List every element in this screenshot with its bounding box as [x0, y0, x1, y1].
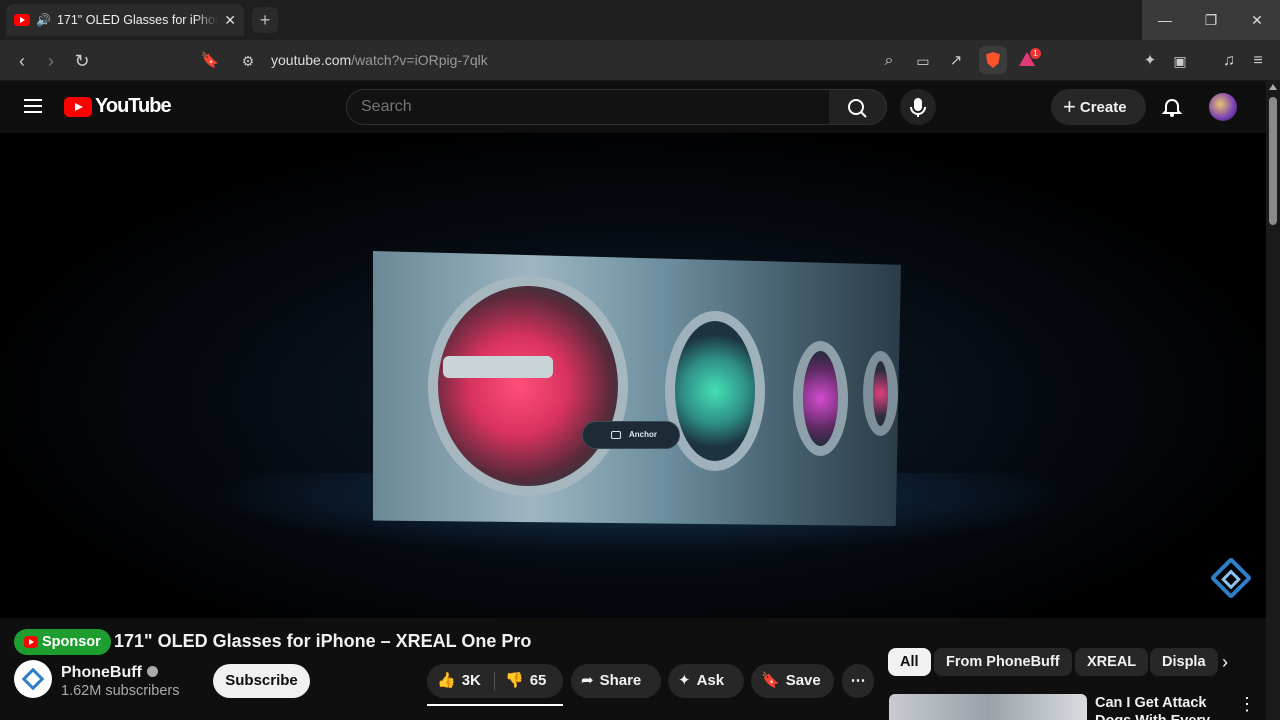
bookmark-save-icon: 🔖 — [761, 672, 780, 689]
washer-drum — [428, 276, 628, 496]
tab-title: 171" OLED Glasses for iPhone — [56, 13, 219, 27]
microphone-icon — [910, 98, 926, 117]
washer-drum — [793, 341, 848, 456]
sparkle-icon: ✦ — [678, 672, 691, 689]
more-actions-button[interactable]: ⋯ — [842, 664, 874, 698]
like-underline — [427, 704, 563, 706]
divider — [494, 672, 495, 690]
rewards-badge: 1 — [1030, 48, 1041, 59]
new-tab-button[interactable]: + — [252, 7, 278, 33]
scrollbar-thumb[interactable] — [1269, 97, 1277, 225]
chip-all[interactable]: All — [888, 648, 931, 676]
subscribe-button[interactable]: Subscribe — [213, 664, 310, 698]
page-scrollbar[interactable] — [1266, 81, 1280, 720]
ask-button[interactable]: ✦ Ask — [668, 664, 744, 698]
recommendation-title[interactable]: Can I Get Attack Dogs With Every — [1095, 694, 1215, 720]
recommendation-thumbnail[interactable] — [889, 694, 1087, 720]
bookmark-icon[interactable]: 🔖 — [197, 48, 223, 74]
cast-icon[interactable]: ▭ — [910, 48, 936, 74]
guide-menu-icon[interactable] — [24, 99, 42, 113]
search-input[interactable] — [346, 89, 830, 125]
voice-search-button[interactable] — [900, 89, 936, 125]
save-label: Save — [785, 672, 821, 689]
notifications-button[interactable] — [1160, 95, 1184, 124]
bell-icon — [1161, 99, 1183, 117]
chip-xreal[interactable]: XREAL — [1075, 648, 1149, 676]
tab-close-icon[interactable]: ✕ — [224, 12, 236, 29]
washer-drum — [665, 311, 765, 471]
chevron-right-icon[interactable]: › — [1222, 652, 1228, 673]
save-button[interactable]: 🔖 Save — [751, 664, 834, 698]
create-label: Create — [1079, 99, 1127, 116]
like-dislike-group: 👍 3K 👎 65 — [427, 664, 563, 698]
window-close-button[interactable]: ✕ — [1234, 0, 1280, 40]
youtube-header: YouTube +Create — [0, 81, 1266, 133]
video-frame-panel — [373, 251, 901, 526]
plus-icon: + — [1063, 94, 1076, 119]
subscriber-count: 1.62M subscribers — [61, 683, 180, 699]
url-domain: youtube.com — [271, 52, 352, 68]
create-button[interactable]: + Create — [1051, 89, 1146, 125]
youtube-favicon-icon — [14, 14, 30, 26]
url-path: /watch?v=iORpig-7qlk — [351, 52, 488, 68]
thumbs-down-icon: 👎 — [505, 672, 524, 689]
sponsor-button[interactable]: Sponsor — [14, 629, 111, 655]
video-player[interactable]: Anchor — [0, 133, 1266, 618]
dislike-count: 65 — [529, 672, 547, 689]
avatar[interactable] — [1209, 93, 1237, 121]
washer-handle — [443, 356, 553, 378]
chip-from-phonebuff[interactable]: From PhoneBuff — [934, 648, 1072, 676]
dislike-button[interactable]: 👎 65 — [505, 664, 546, 698]
thumbs-up-icon: 👍 — [437, 672, 456, 689]
extensions-icon[interactable]: ✦ — [1137, 48, 1163, 74]
media-icon[interactable]: ♫ — [1216, 48, 1242, 74]
reload-icon[interactable]: ↻ — [69, 48, 95, 74]
site-settings-icon[interactable]: ⚙ — [235, 48, 261, 74]
channel-name-row[interactable]: PhoneBuff — [61, 664, 158, 682]
sidebar-icon[interactable]: ▣ — [1167, 48, 1193, 74]
youtube-logo-icon[interactable] — [64, 97, 92, 117]
washer-drum — [863, 351, 898, 436]
search-button[interactable] — [829, 89, 887, 125]
browser-tab[interactable]: 🔊 171" OLED Glasses for iPhone ✕ — [6, 4, 244, 36]
channel-watermark-icon[interactable] — [1209, 556, 1253, 600]
browser-toolbar: ‹ › ↻ 🔖 ⚙ youtube.com/watch?v=iORpig-7ql… — [0, 40, 1280, 81]
window-restore-button[interactable]: ❐ — [1188, 0, 1234, 40]
share-button[interactable]: ➦ Share — [571, 664, 661, 698]
anchor-label: Anchor — [629, 430, 657, 439]
youtube-wordmark[interactable]: YouTube — [95, 95, 172, 118]
more-vert-icon[interactable]: ⋮ — [1238, 694, 1256, 715]
share-label: Share — [599, 672, 642, 689]
ask-label: Ask — [696, 672, 725, 689]
window-minimize-button[interactable]: — — [1142, 0, 1188, 40]
channel-avatar[interactable] — [14, 660, 52, 698]
channel-name: PhoneBuff — [61, 664, 142, 681]
related-filter-chips: All From PhoneBuff XREAL Displa — [888, 648, 1248, 678]
scroll-up-icon[interactable] — [1269, 84, 1277, 90]
share-page-icon[interactable]: ↗ — [943, 48, 969, 74]
share-icon: ➦ — [581, 672, 594, 689]
forward-icon[interactable]: › — [38, 48, 64, 74]
anchor-overlay: Anchor — [582, 421, 680, 449]
zoom-icon[interactable]: ⌕ — [876, 48, 902, 74]
address-bar[interactable]: youtube.com/watch?v=iORpig-7qlk — [271, 52, 488, 68]
anchor-icon — [611, 431, 621, 439]
menu-icon[interactable]: ≡ — [1245, 48, 1271, 74]
like-count: 3K — [461, 672, 481, 689]
back-icon[interactable]: ‹ — [9, 48, 35, 74]
audio-playing-icon[interactable]: 🔊 — [36, 13, 51, 27]
verified-icon — [146, 666, 158, 677]
search-icon — [848, 99, 867, 118]
chip-display[interactable]: Displa — [1150, 648, 1218, 676]
like-button[interactable]: 👍 3K — [437, 664, 481, 698]
video-title: 171" OLED Glasses for iPhone – XREAL One… — [114, 631, 532, 651]
browser-tab-bar: 🔊 171" OLED Glasses for iPhone ✕ + — ❐ ✕ — [0, 0, 1280, 40]
